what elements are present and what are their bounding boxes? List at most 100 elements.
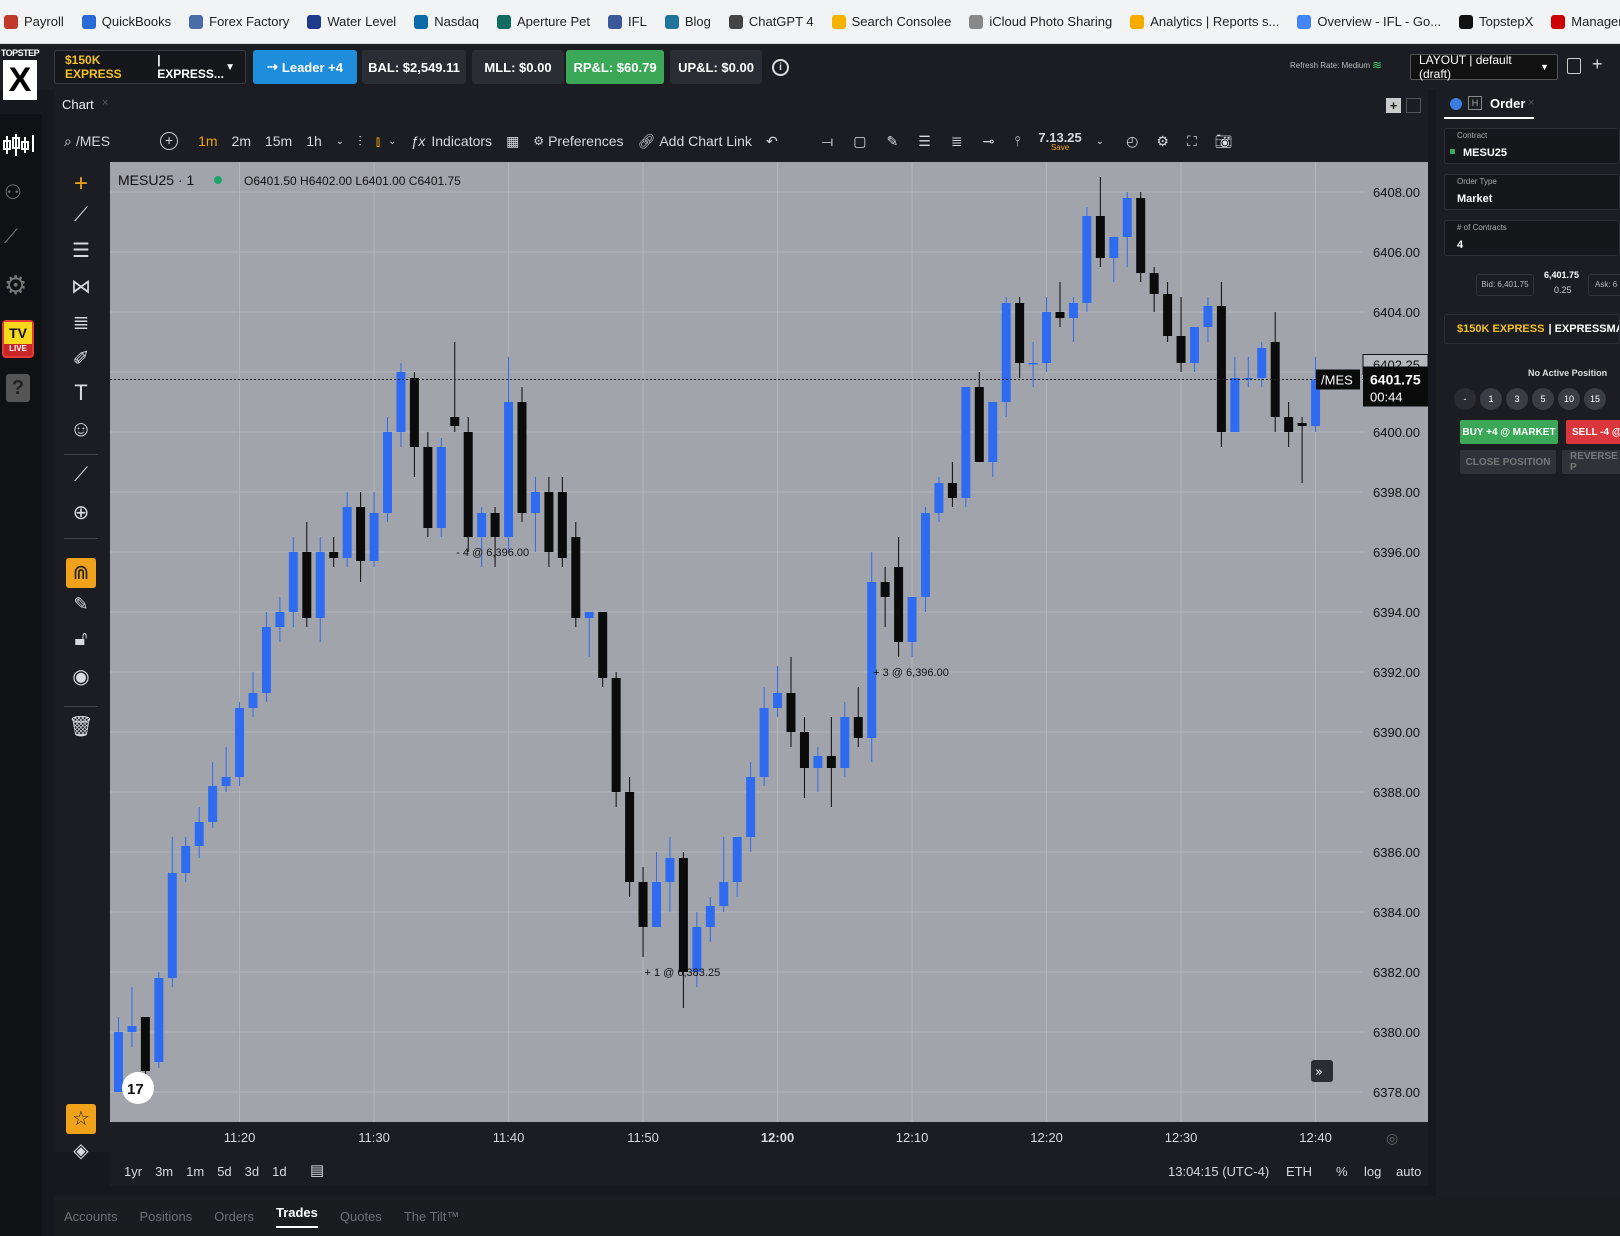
trash-icon[interactable]: 🗑︎	[66, 714, 96, 744]
quick-qty-15[interactable]: 15	[1584, 388, 1606, 410]
reverse-position-button[interactable]: REVERSE P	[1562, 450, 1620, 474]
contract-field[interactable]: Contract MESU25	[1444, 128, 1620, 164]
close-icon[interactable]: ×	[102, 97, 108, 109]
ruler-icon[interactable]: ⟋	[66, 464, 96, 494]
chart-settings-icon[interactable]: ◎	[1386, 1131, 1398, 1147]
tf-15m[interactable]: 15m	[265, 133, 292, 149]
fib-tool-icon[interactable]: ≣	[951, 133, 963, 150]
tv-live-badge[interactable]: TV LIVE	[2, 320, 34, 358]
layers-icon[interactable]: ◈	[66, 1138, 96, 1168]
bookmark-item[interactable]: Manager Portal	[1551, 14, 1620, 29]
settings-icon[interactable]: ⚙	[4, 270, 36, 300]
info-icon[interactable]: i	[772, 59, 789, 76]
tab-orders[interactable]: Orders	[214, 1209, 254, 1224]
quick-qty-3[interactable]: 3	[1506, 388, 1528, 410]
community-icon[interactable]: ⚇	[4, 180, 36, 204]
auto-toggle[interactable]: auto	[1396, 1164, 1421, 1179]
order-type-field[interactable]: Order Type Market	[1444, 174, 1620, 210]
chart-app-icon[interactable]	[2, 132, 36, 158]
lock-icon[interactable]: 🔓︎	[66, 628, 96, 658]
magnet-icon[interactable]: ⋒	[66, 558, 96, 588]
price-chart[interactable]: 6408.006406.006404.006402.006400.006398.…	[110, 162, 1429, 1152]
version-block[interactable]: 7.13.25 Save	[1038, 130, 1081, 152]
stats-icon[interactable]: ⟋	[4, 226, 36, 248]
chevron-down-icon[interactable]: ⌄	[1096, 136, 1104, 147]
candle-style-icon[interactable]: ⫾	[376, 133, 380, 150]
indicators-button[interactable]: Indicators	[431, 133, 492, 149]
help-icon[interactable]: ?	[6, 374, 30, 402]
fib-icon[interactable]: ≣	[66, 310, 96, 340]
close-position-button[interactable]: CLOSE POSITION	[1460, 450, 1556, 474]
tab-accounts[interactable]: Accounts	[64, 1209, 117, 1224]
bookmark-item[interactable]: Payroll	[4, 14, 64, 29]
chevron-down-icon[interactable]: ⌄	[336, 136, 344, 147]
ray-tool-icon[interactable]: ⊸	[983, 133, 995, 150]
channel-tool-icon[interactable]: ☰	[918, 133, 931, 150]
crosshair-icon[interactable]: +	[66, 170, 96, 200]
templates-icon[interactable]: ▦	[506, 133, 519, 150]
lock-drawing-icon[interactable]: ✎	[66, 594, 96, 624]
session-toggle[interactable]: ETH	[1286, 1164, 1312, 1179]
account-selector[interactable]: $150K EXPRESS | EXPRESS... ▼	[54, 50, 246, 84]
eye-icon[interactable]: ◉	[66, 664, 96, 694]
trendline-icon[interactable]: ⟋	[66, 204, 96, 234]
add-chart-link-button[interactable]: Add Chart Link	[659, 133, 752, 149]
range-1m[interactable]: 1m	[186, 1164, 204, 1179]
brush-icon[interactable]: ✐	[66, 346, 96, 376]
date-range-icon[interactable]: ▤	[310, 1161, 324, 1179]
layout-selector[interactable]: LAYOUT | default (draft) ▼	[1410, 53, 1558, 81]
order-account-row[interactable]: $150K EXPRESS | EXPRESSMAR1	[1444, 314, 1620, 344]
quick-qty-5[interactable]: 5	[1532, 388, 1554, 410]
bookmark-item[interactable]: QuickBooks	[81, 14, 171, 29]
star-icon[interactable]: ☆	[66, 1104, 96, 1134]
undo-icon[interactable]: ↶	[766, 133, 778, 150]
expand-icon[interactable]: +	[1386, 98, 1401, 113]
tab-trades[interactable]: Trades	[275, 1205, 318, 1228]
bookmark-item[interactable]: ChatGPT 4	[728, 14, 814, 29]
tf-1m[interactable]: 1m	[198, 133, 217, 149]
add-icon[interactable]: +	[1592, 54, 1603, 75]
buy-market-button[interactable]: BUY +4 @ MARKET	[1460, 420, 1558, 444]
text-icon[interactable]: T	[66, 380, 96, 410]
chevron-down-icon[interactable]: ⌄	[388, 136, 396, 147]
sell-market-button[interactable]: SELL -4 @	[1566, 420, 1620, 444]
indicators-icon[interactable]: ƒx	[411, 133, 426, 149]
tab-positions[interactable]: Positions	[139, 1209, 192, 1224]
bid-box[interactable]: Bid: 6,401.75	[1476, 274, 1534, 296]
brush-tool-icon[interactable]: ✎	[887, 133, 899, 150]
bookmark-item[interactable]: iCloud Photo Sharing	[969, 14, 1112, 29]
preferences-button[interactable]: Preferences	[548, 133, 623, 149]
quick-qty-minus[interactable]: -	[1454, 388, 1476, 410]
tab-quotes[interactable]: Quotes	[340, 1209, 382, 1224]
tf-2m[interactable]: 2m	[232, 133, 251, 149]
bar-style-icon[interactable]: ⫶	[358, 133, 362, 150]
log-toggle[interactable]: log	[1364, 1164, 1381, 1179]
settings-icon[interactable]: ⚙	[1156, 133, 1169, 150]
emoji-icon[interactable]: ☺	[66, 416, 96, 446]
link-icon[interactable]: 🔗︎	[638, 133, 656, 150]
topstep-logo[interactable]: TOPSTEP X	[0, 48, 40, 114]
close-icon[interactable]: ×	[1528, 97, 1534, 109]
tab-the-tilt-[interactable]: The Tilt™	[404, 1209, 460, 1224]
camera-icon[interactable]: 📷︎	[1215, 133, 1233, 150]
bookmark-item[interactable]: Aperture Pet	[497, 14, 590, 29]
replay-icon[interactable]: ◴	[1126, 133, 1138, 150]
range-3d[interactable]: 3d	[245, 1164, 259, 1179]
leader-button[interactable]: ⇢ Leader +4	[253, 50, 357, 84]
bookmark-item[interactable]: Nasdaq	[414, 14, 479, 29]
bookmark-item[interactable]: Water Level	[307, 14, 396, 29]
zoom-in-icon[interactable]: ⊕	[66, 500, 96, 530]
bookmark-item[interactable]: Blog	[664, 14, 711, 29]
ask-box[interactable]: Ask: 6	[1588, 274, 1620, 296]
lines-icon[interactable]: ☰	[66, 238, 96, 268]
tab-order[interactable]: Order	[1490, 96, 1525, 111]
rect-tool-icon[interactable]: ▢	[853, 133, 866, 150]
quick-qty-1[interactable]: 1	[1480, 388, 1502, 410]
bookmark-item[interactable]: TopstepX	[1459, 14, 1533, 29]
save-layout-icon[interactable]	[1567, 58, 1581, 74]
gear-icon[interactable]: ⚙	[533, 134, 544, 148]
range-3m[interactable]: 3m	[155, 1164, 173, 1179]
fullscreen-icon[interactable]: ⛶	[1187, 133, 1197, 150]
bookmark-item[interactable]: Search Consolee	[831, 14, 951, 29]
quick-qty-10[interactable]: 10	[1558, 388, 1580, 410]
